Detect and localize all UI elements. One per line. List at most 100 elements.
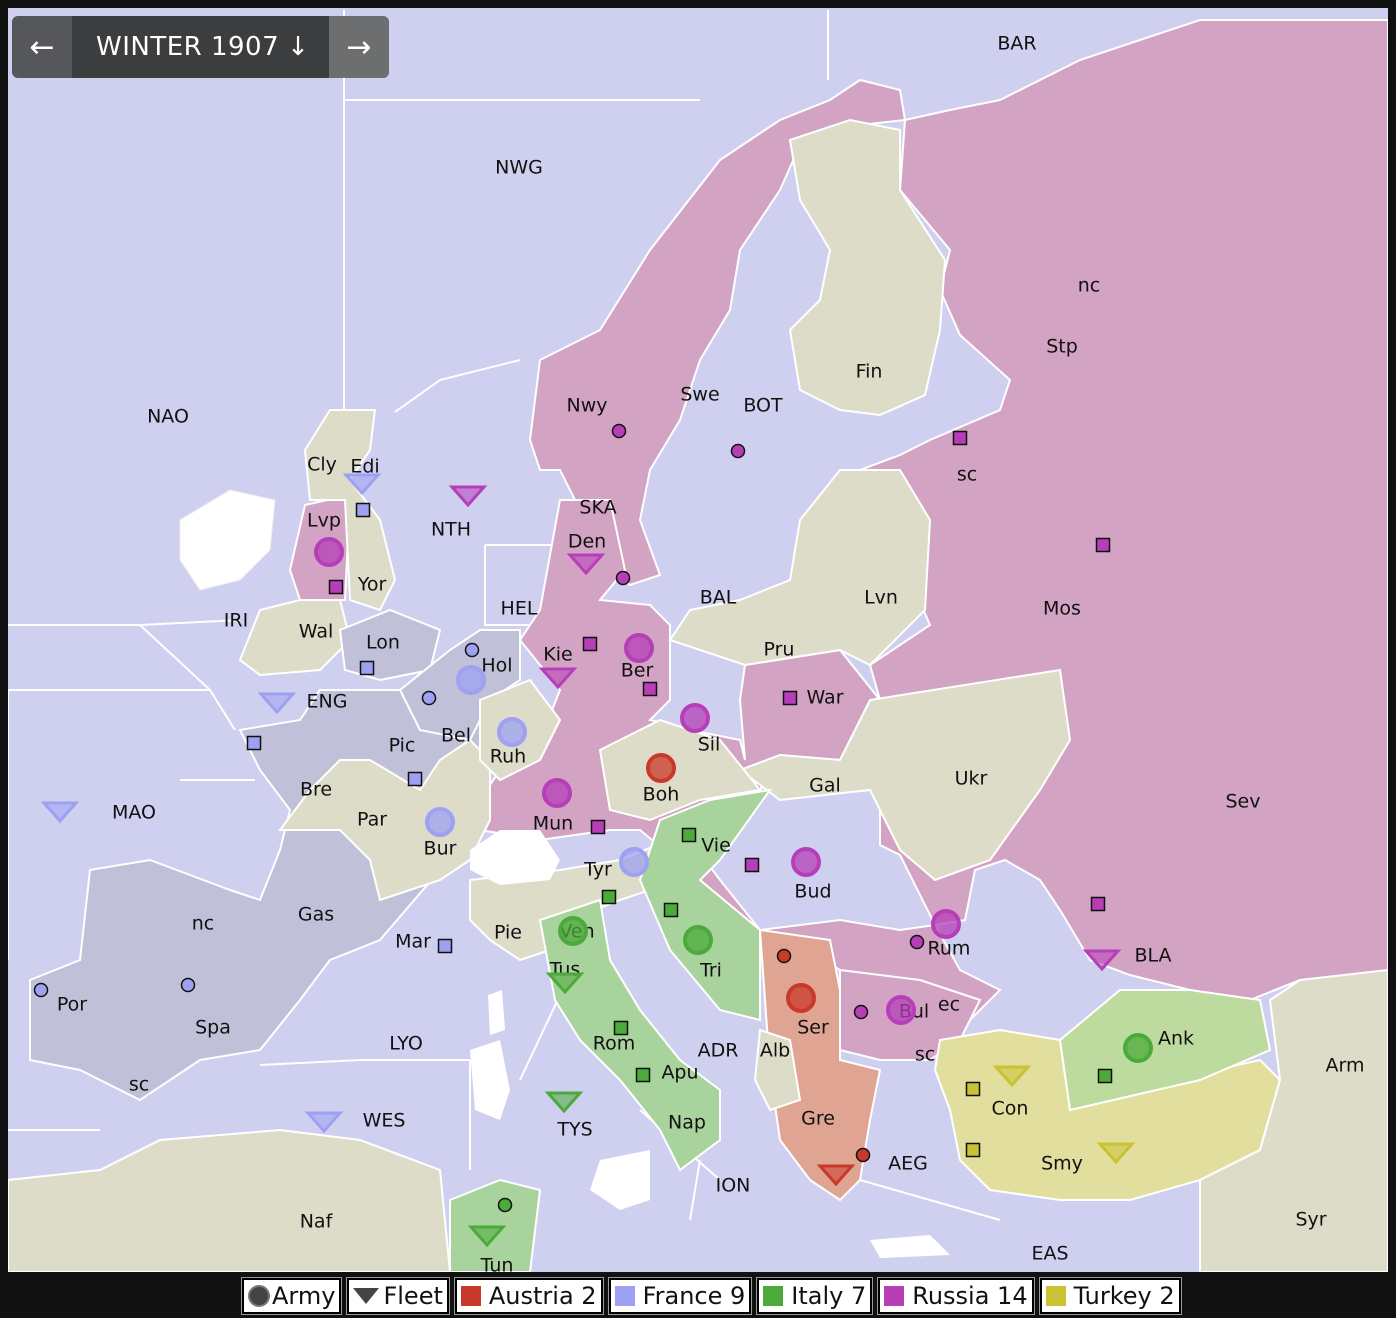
province-label-mos: Mos (1043, 598, 1081, 620)
province-label-hol: Hol (481, 655, 512, 677)
europe-map[interactable]: NWGBARNAO Nwy Swe BOTFinStpncscMosCly EdiLvp… (8, 8, 1388, 1272)
supply-center-marker (965, 1081, 981, 1097)
province-label-nwy: Nwy (567, 395, 608, 417)
austria-army-boh[interactable] (646, 753, 676, 783)
italy-army-ven[interactable] (558, 916, 588, 946)
province-label-bur: Bur (424, 838, 457, 860)
supply-center-marker (613, 1020, 629, 1036)
province-label-boh: Boh (643, 784, 680, 806)
province-label-sil: Sil (698, 734, 721, 756)
province-label-smy: Smy (1041, 1153, 1083, 1175)
province-label-bar: BAR (997, 33, 1036, 55)
supply-center-marker (730, 443, 746, 459)
province-label-bla: BLA (1134, 945, 1171, 967)
province-label-ec: ec (938, 994, 960, 1016)
supply-center-marker (776, 948, 792, 964)
supply-center-marker (663, 902, 679, 918)
supply-center-marker (601, 889, 617, 905)
province-label-por: Por (57, 994, 87, 1016)
province-label-gas: Gas (298, 904, 334, 926)
province-label-sc: sc (915, 1044, 935, 1066)
supply-center-marker (497, 1197, 513, 1213)
supply-center-marker (437, 938, 453, 954)
france-army-tyr[interactable] (619, 847, 649, 877)
legend-italy-label: Italy 7 (791, 1282, 867, 1310)
supply-center-marker (952, 430, 968, 446)
russia-army-ber[interactable] (624, 633, 654, 663)
france-army-hol[interactable] (456, 665, 486, 695)
russia-swatch (884, 1286, 905, 1306)
arrow-down-icon: ↓ (287, 32, 310, 62)
supply-center-marker (246, 735, 262, 751)
province-label-war: War (806, 687, 843, 709)
province-label-tun: Tun (480, 1255, 514, 1273)
supply-center-marker (681, 827, 697, 843)
province-label-gal: Gal (809, 775, 841, 797)
italy-swatch (763, 1286, 784, 1306)
phase-selector[interactable]: WINTER 1907 ↓ (72, 16, 329, 78)
fleet-icon (353, 1288, 380, 1304)
russia-army-lvp[interactable] (314, 537, 344, 567)
province-label-eas: EAS (1031, 1243, 1068, 1265)
legend-austria: Austria 2 (453, 1277, 604, 1315)
france-army-bur[interactable] (425, 807, 455, 837)
supply-center-marker (642, 681, 658, 697)
supply-center-marker (328, 579, 344, 595)
province-label-alb: Alb (760, 1040, 790, 1062)
supply-center-marker (1097, 1068, 1113, 1084)
russia-army-rum[interactable] (931, 909, 961, 939)
province-label-adr: ADR (698, 1040, 739, 1062)
province-label-bal: BAL (700, 587, 737, 609)
legend-fleet-label: Fleet (383, 1282, 443, 1310)
supply-center-marker (355, 502, 371, 518)
legend: Army Fleet Austria 2 France 9 Italy 7 Ru… (240, 1277, 1182, 1315)
russia-army-mun[interactable] (542, 778, 572, 808)
province-label-aeg: AEG (888, 1153, 928, 1175)
province-label-pic: Pic (389, 735, 416, 757)
russia-army-sil[interactable] (680, 703, 710, 733)
province-label-tys: TYS (556, 1119, 592, 1141)
russia-army-bud[interactable] (791, 847, 821, 877)
supply-center-marker (180, 977, 196, 993)
russia-army-bul[interactable] (886, 995, 916, 1025)
province-label-gre: Gre (801, 1108, 835, 1130)
italy-army-ank[interactable] (1123, 1033, 1153, 1063)
province-label-nth: NTH (431, 519, 471, 541)
province-label-bot: BOT (743, 395, 783, 417)
france-army-ruh[interactable] (497, 717, 527, 747)
province-label-cly: Cly (307, 454, 337, 476)
province-label-iri: IRI (224, 610, 248, 632)
province-label-ruh: Ruh (490, 746, 526, 768)
next-phase-button[interactable]: → (329, 16, 389, 78)
austria-swatch (460, 1286, 481, 1306)
map-board[interactable]: NWG BAR NAO Nwy Swe BOT Fin Stp nc sc Mos Cly Edi Lvp… (8, 8, 1388, 1272)
province-label-mar: Mar (395, 931, 431, 953)
arrow-left-icon: ← (29, 29, 55, 65)
province-label-con: Con (992, 1098, 1029, 1120)
supply-center-marker (615, 570, 631, 586)
supply-center-marker (853, 1004, 869, 1020)
province-label-yor: Yor (357, 574, 387, 596)
italy-army-tri[interactable] (683, 925, 713, 955)
province-label-nap: Nap (668, 1112, 706, 1134)
legend-fleet: Fleet (346, 1277, 450, 1315)
province-label-nwg: NWG (495, 157, 543, 179)
province-label-swe: Swe (680, 384, 719, 406)
province-label-bud: Bud (794, 881, 831, 903)
province-label-arm: Arm (1326, 1055, 1365, 1077)
province-label-ska: SKA (579, 497, 616, 519)
prev-phase-button[interactable]: ← (12, 16, 72, 78)
province-label-stp: Stp (1046, 336, 1078, 358)
province-label-lyo: LYO (389, 1033, 423, 1055)
supply-center-marker (421, 690, 437, 706)
corsica (488, 990, 505, 1035)
province-label-ukr: Ukr (955, 768, 988, 790)
province-label-bel: Bel (441, 725, 471, 747)
supply-center-marker (909, 934, 925, 950)
province-label-lvn: Lvn (864, 587, 898, 609)
supply-center-marker (464, 642, 480, 658)
phase-navigator: ← WINTER 1907 ↓ → (12, 16, 389, 78)
province-label-vie: Vie (701, 835, 731, 857)
supply-center-marker (407, 771, 423, 787)
austria-army-ser[interactable] (786, 983, 816, 1013)
